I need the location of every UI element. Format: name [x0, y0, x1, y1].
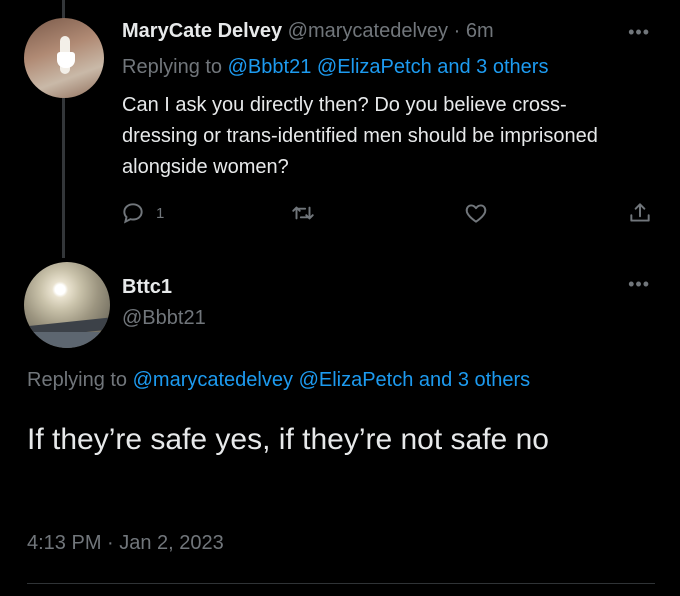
mention-link[interactable]: @ElizaPetch: [299, 369, 414, 391]
author-handle[interactable]: @marycatedelvey: [288, 20, 448, 42]
tweet-time[interactable]: 6m: [466, 20, 494, 42]
retweet-icon: [292, 206, 314, 220]
avatar[interactable]: [24, 18, 104, 98]
tweet-timestamp[interactable]: 4:13 PM · Jan 2, 2023: [27, 532, 224, 555]
tweet-text: Can I ask you directly then? Do you beli…: [122, 94, 598, 178]
avatar[interactable]: [24, 262, 110, 348]
more-icon[interactable]: •••: [628, 274, 650, 295]
avatar-water: [24, 332, 110, 348]
share-icon: [630, 203, 650, 222]
avatar-figure-dress: [57, 52, 75, 68]
share-button[interactable]: [627, 200, 653, 226]
mention-link[interactable]: @Bbbt21: [228, 56, 312, 78]
author-name[interactable]: Bttc1: [122, 276, 172, 299]
divider: [27, 583, 655, 584]
tweet-text: If they’re safe yes, if they’re not safe…: [27, 423, 549, 456]
replying-to: Replying to @Bbbt21 @ElizaPetch and 3 ot…: [122, 56, 548, 79]
replying-prefix: Replying to: [27, 369, 128, 391]
mention-link[interactable]: @marycatedelvey: [133, 369, 293, 391]
tweet-actions: 1: [120, 200, 660, 230]
replying-prefix: Replying to: [122, 56, 223, 78]
reply-icon: [123, 203, 143, 224]
more-icon[interactable]: •••: [628, 22, 650, 43]
author-name[interactable]: MaryCate Delvey: [122, 20, 282, 42]
author-handle[interactable]: @Bbbt21: [122, 307, 206, 330]
like-icon: [465, 204, 487, 223]
like-button[interactable]: [463, 200, 489, 226]
reply-count: 1: [156, 204, 165, 222]
retweet-button[interactable]: [290, 200, 316, 226]
replying-to: Replying to @marycatedelvey @ElizaPetch …: [27, 369, 530, 392]
others-link[interactable]: and 3 others: [419, 369, 530, 391]
header-separator: ·: [453, 20, 461, 42]
others-link[interactable]: and 3 others: [437, 56, 548, 78]
reply-button[interactable]: 1: [120, 200, 164, 226]
tweet-header: MaryCate Delvey @marycatedelvey · 6m: [122, 20, 494, 43]
mention-link[interactable]: @ElizaPetch: [317, 56, 432, 78]
